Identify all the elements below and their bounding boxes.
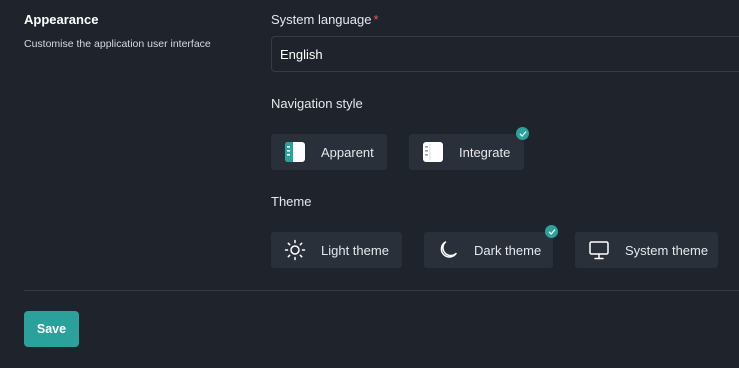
selected-check-icon bbox=[516, 127, 529, 140]
theme-option-system-label: System theme bbox=[625, 242, 709, 258]
required-mark: * bbox=[373, 12, 379, 27]
navigation-style-label: Navigation style bbox=[271, 96, 363, 111]
nav-option-apparent-label: Apparent bbox=[321, 144, 374, 160]
sidebar-apparent-icon bbox=[284, 141, 306, 163]
selected-check-icon bbox=[545, 225, 558, 238]
nav-option-integrate[interactable]: Integrate bbox=[409, 127, 529, 170]
theme-option-dark-label: Dark theme bbox=[474, 242, 542, 258]
sun-icon bbox=[284, 239, 306, 261]
nav-option-apparent[interactable]: Apparent bbox=[271, 134, 387, 170]
moon-icon bbox=[437, 239, 459, 261]
nav-option-integrate-label: Integrate bbox=[459, 144, 511, 160]
theme-label: Theme bbox=[271, 194, 312, 209]
system-language-label: System language * bbox=[271, 12, 379, 27]
section-description: Customise the application user interface bbox=[24, 38, 211, 50]
theme-option-dark[interactable]: Dark theme bbox=[424, 225, 558, 268]
sidebar-integrate-icon bbox=[422, 141, 444, 163]
theme-option-light[interactable]: Light theme bbox=[271, 232, 402, 268]
theme-option-light-label: Light theme bbox=[321, 242, 389, 258]
save-button[interactable]: Save bbox=[24, 311, 79, 347]
system-language-value: English bbox=[280, 46, 323, 62]
theme-option-system[interactable]: System theme bbox=[575, 232, 718, 268]
system-language-label-text: System language bbox=[271, 12, 372, 27]
system-language-select[interactable]: English bbox=[271, 36, 739, 72]
monitor-icon bbox=[588, 239, 610, 261]
section-title: Appearance bbox=[24, 12, 99, 27]
section-divider bbox=[24, 290, 739, 291]
